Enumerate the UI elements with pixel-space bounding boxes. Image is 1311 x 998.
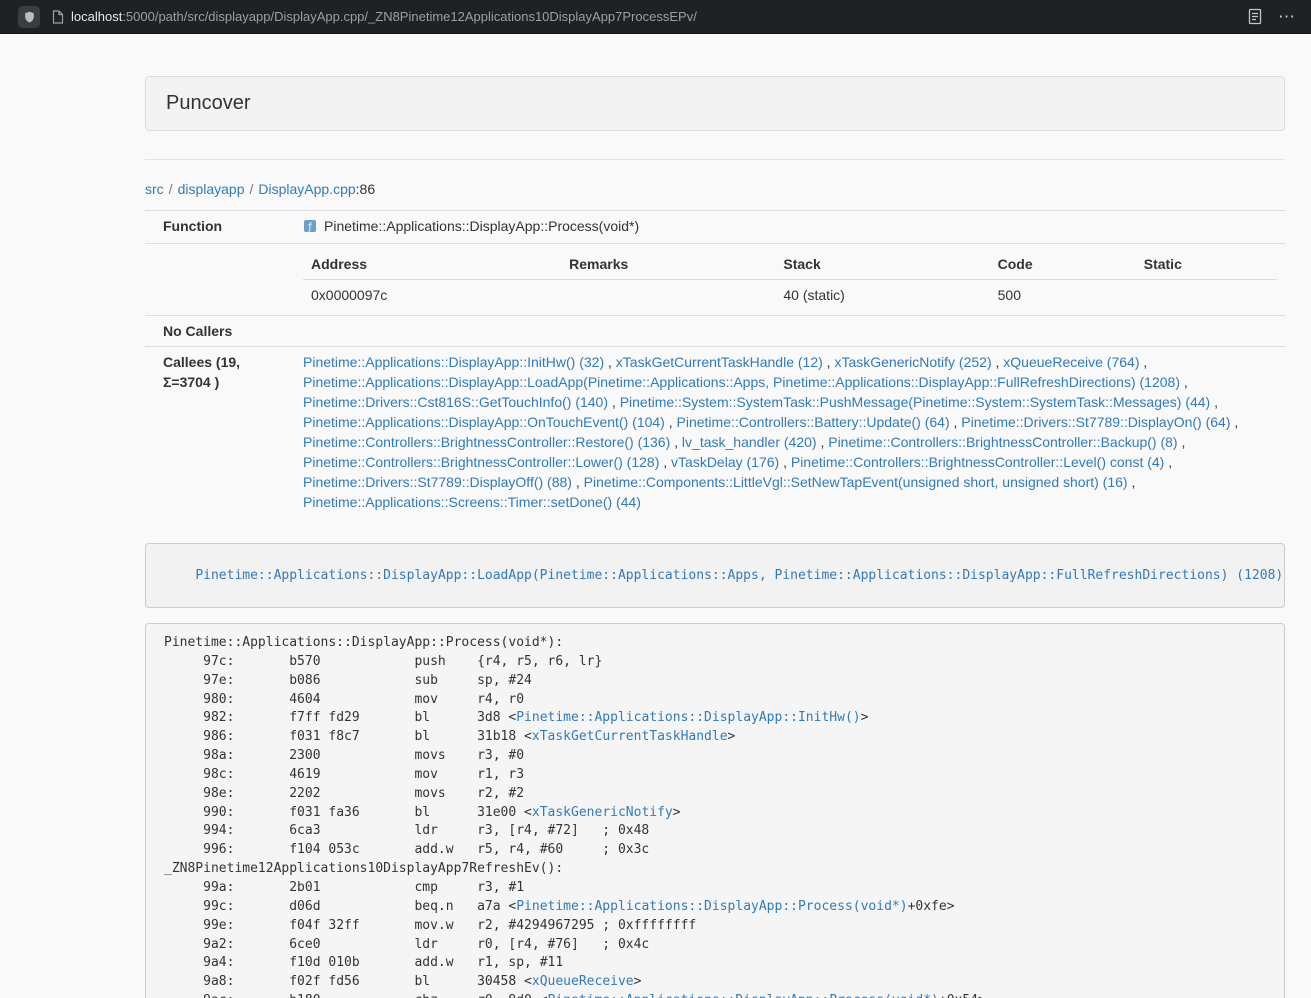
function-row: Function ƒ Pinetime::Applications::Displ… — [145, 211, 1285, 244]
function-stats-table: Address Remarks Stack Code Static 0x0000… — [303, 249, 1277, 310]
callees-label: Callees (19, Σ=3704 ) — [145, 347, 295, 518]
callee-link[interactable]: Pinetime::Applications::DisplayApp::OnTo… — [303, 414, 665, 430]
reader-view-icon[interactable] — [1248, 8, 1262, 25]
selected-symbol-link[interactable]: Pinetime::Applications::DisplayApp::Load… — [195, 568, 1283, 583]
callee-separator: , — [1139, 354, 1147, 370]
callee-separator: , — [604, 354, 616, 370]
callee-separator: , — [1231, 414, 1239, 430]
callee-link[interactable]: lv_task_handler (420) — [682, 434, 817, 450]
disassembly-symbol-link[interactable]: xTaskGetCurrentTaskHandle — [532, 729, 728, 744]
breadcrumb: src/displayapp/DisplayApp.cpp:86 — [145, 181, 1285, 197]
cell-remarks — [561, 280, 775, 311]
callees-row: Callees (19, Σ=3704 ) Pinetime::Applicat… — [145, 347, 1285, 518]
breadcrumb-link-src[interactable]: src — [145, 181, 164, 197]
callee-separator: , — [1180, 374, 1188, 390]
col-code: Code — [990, 249, 1136, 280]
callee-link[interactable]: xQueueReceive (764) — [1003, 354, 1139, 370]
toolbar-actions: ⋯ — [1248, 8, 1295, 25]
callee-link[interactable]: xTaskGetCurrentTaskHandle (12) — [616, 354, 823, 370]
stats-header-row: Address Remarks Stack Code Static — [303, 249, 1277, 280]
callee-separator: , — [670, 434, 682, 450]
callee-link[interactable]: Pinetime::Controllers::BrightnessControl… — [791, 454, 1164, 470]
cell-static — [1136, 280, 1277, 311]
url-bar[interactable]: localhost:5000/path/src/displayapp/Displ… — [71, 9, 1248, 24]
function-row-label: Function — [145, 211, 295, 244]
callee-link[interactable]: Pinetime::Controllers::BrightnessControl… — [828, 434, 1177, 450]
col-address: Address — [303, 249, 561, 280]
disassembly-symbol-link[interactable]: xTaskGenericNotify — [532, 805, 673, 820]
callee-separator: , — [659, 454, 671, 470]
stats-value-row: 0x0000097c 40 (static) 500 — [303, 280, 1277, 311]
callee-link[interactable]: Pinetime::Controllers::Battery::Update()… — [677, 414, 950, 430]
cell-stack: 40 (static) — [775, 280, 989, 311]
callee-separator: , — [950, 414, 962, 430]
callee-separator: , — [823, 354, 835, 370]
breadcrumb-separator: / — [169, 181, 173, 197]
breadcrumb-link-displayapp[interactable]: displayapp — [178, 181, 245, 197]
breadcrumb-line-number: :86 — [356, 181, 375, 197]
callee-link[interactable]: Pinetime::System::SystemTask::PushMessag… — [620, 394, 1211, 410]
callee-link[interactable]: Pinetime::Applications::DisplayApp::Init… — [303, 354, 604, 370]
app-title: Puncover — [166, 92, 1264, 115]
callee-separator: , — [665, 414, 677, 430]
callee-link[interactable]: Pinetime::Components::LittleVgl::SetNewT… — [584, 474, 1128, 490]
selected-symbol-box: Pinetime::Applications::DisplayApp::Load… — [145, 543, 1285, 608]
col-remarks: Remarks — [561, 249, 775, 280]
col-stack: Stack — [775, 249, 989, 280]
col-static: Static — [1136, 249, 1277, 280]
function-name: Pinetime::Applications::DisplayApp::Proc… — [324, 218, 639, 234]
callee-link[interactable]: Pinetime::Drivers::St7789::DisplayOn() (… — [961, 414, 1230, 430]
brand-panel: Puncover — [145, 76, 1285, 131]
callees-list: Pinetime::Applications::DisplayApp::Init… — [295, 347, 1285, 518]
svg-text:ƒ: ƒ — [307, 223, 312, 233]
callee-link[interactable]: vTaskDelay (176) — [671, 454, 779, 470]
disassembly-symbol-link[interactable]: Pinetime::Applications::DisplayApp::Init… — [516, 710, 860, 725]
breadcrumb-link-file[interactable]: DisplayApp.cpp — [258, 181, 355, 197]
url-path: :5000/path/src/displayapp/DisplayApp.cpp… — [122, 9, 697, 24]
disassembly-symbol-link[interactable]: Pinetime::Applications::DisplayApp::Proc… — [516, 899, 907, 914]
shield-icon — [23, 10, 36, 24]
callee-link[interactable]: Pinetime::Drivers::St7789::DisplayOff() … — [303, 474, 572, 490]
callee-link[interactable]: Pinetime::Controllers::BrightnessControl… — [303, 434, 670, 450]
callee-separator: , — [572, 474, 584, 490]
page-icon — [52, 10, 64, 24]
callee-separator: , — [992, 354, 1004, 370]
callee-separator: , — [1164, 454, 1172, 470]
page-container: Puncover src/displayapp/DisplayApp.cpp:8… — [145, 76, 1285, 998]
callee-separator: , — [779, 454, 791, 470]
cell-address: 0x0000097c — [303, 280, 561, 311]
details-row: Address Remarks Stack Code Static 0x0000… — [145, 244, 1285, 316]
no-callers-label: No Callers — [145, 316, 295, 347]
callee-link[interactable]: xTaskGenericNotify (252) — [834, 354, 991, 370]
divider — [145, 159, 1285, 160]
disassembly-symbol-link[interactable]: Pinetime::Applications::DisplayApp::Proc… — [548, 993, 939, 998]
browser-chrome: localhost:5000/path/src/displayapp/Displ… — [0, 0, 1311, 34]
cell-code: 500 — [990, 280, 1136, 311]
callee-link[interactable]: Pinetime::Controllers::BrightnessControl… — [303, 454, 659, 470]
callee-separator: , — [817, 434, 829, 450]
callee-separator: , — [1178, 434, 1186, 450]
security-badge[interactable] — [18, 6, 40, 28]
overflow-menu-icon[interactable]: ⋯ — [1278, 8, 1295, 25]
function-detail-table: Function ƒ Pinetime::Applications::Displ… — [145, 210, 1285, 517]
breadcrumb-separator: / — [250, 181, 254, 197]
function-icon: ƒ — [303, 218, 317, 238]
callee-separator: , — [608, 394, 620, 410]
disassembly-symbol-link[interactable]: xQueueReceive — [532, 974, 634, 989]
callee-separator: , — [1210, 394, 1218, 410]
callee-link[interactable]: Pinetime::Applications::Screens::Timer::… — [303, 494, 641, 510]
callee-separator: , — [1128, 474, 1136, 490]
callee-link[interactable]: Pinetime::Applications::DisplayApp::Load… — [303, 374, 1180, 390]
disassembly-pre: Pinetime::Applications::DisplayApp::Proc… — [145, 623, 1285, 998]
callee-link[interactable]: Pinetime::Drivers::Cst816S::GetTouchInfo… — [303, 394, 608, 410]
no-callers-row: No Callers — [145, 316, 1285, 347]
url-host: localhost — [71, 9, 122, 24]
